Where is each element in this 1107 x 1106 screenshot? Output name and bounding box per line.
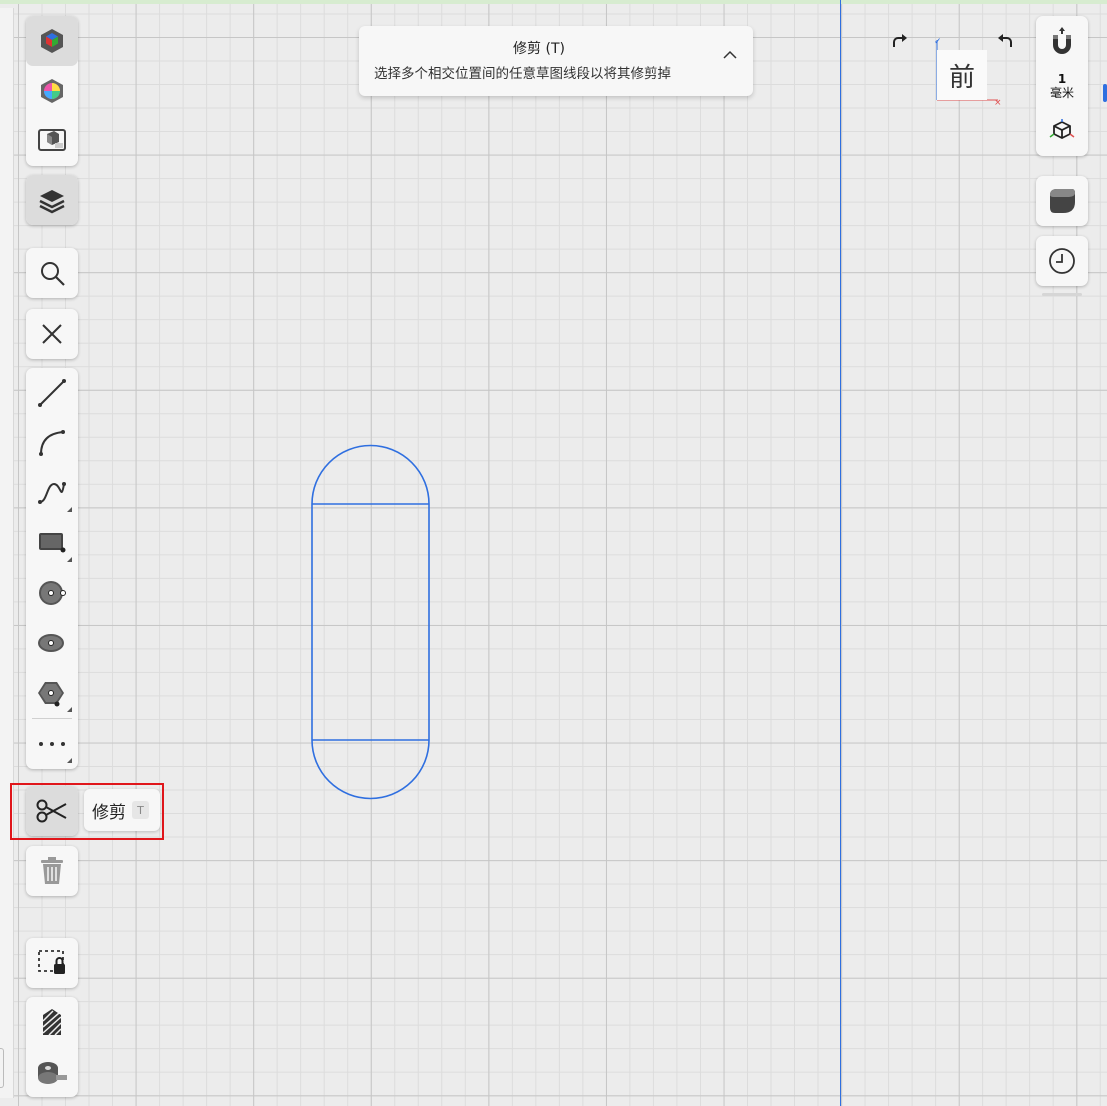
display-mode-icon [41,29,63,53]
shaded-view-button[interactable] [1036,176,1088,226]
unit-value: 1 [1057,71,1067,86]
axis-icon [1049,119,1075,140]
rectangle-tool-button[interactable] [26,518,78,568]
lock-panel [26,938,78,988]
sketch-tools-panel [26,368,78,769]
hatch-button[interactable] [26,997,78,1047]
ellipse-tool-button[interactable] [26,618,78,668]
snap-button[interactable] [1036,16,1088,66]
arc-tool-button[interactable] [26,418,78,468]
search-icon [41,262,65,286]
arc-icon [39,430,65,456]
svg-text:✓: ✓ [934,37,942,47]
line-icon [38,379,66,407]
rotate-view-right-icon[interactable] [889,31,909,51]
layers-icon [39,190,65,214]
layers-button[interactable] [26,175,78,225]
render-panel [1036,176,1088,226]
close-icon [42,324,62,344]
rectangle-more-indicator [67,557,72,562]
sketch-canvas[interactable] [0,0,1107,1106]
lock-selection-button[interactable] [26,938,78,988]
rotate-view-left-icon[interactable] [996,31,1016,51]
analysis-panel [26,997,78,1097]
right-panel-handle[interactable] [1042,293,1082,296]
chevron-up-icon[interactable] [721,46,739,64]
info-description: 选择多个相交位置间的任意草图线段以将其修剪掉 [374,66,671,82]
display-mode-button[interactable] [26,16,78,66]
polygon-tool-button[interactable] [26,668,78,718]
sketch-top-arc[interactable] [311,444,430,505]
close-sketch-button[interactable] [26,309,78,359]
delete-button[interactable] [26,846,78,896]
circle-icon [39,581,66,605]
close-panel [26,309,78,359]
axis-toggle-button[interactable] [1036,106,1088,156]
more-icon [39,742,65,746]
right-settings-panel: 1 毫米 [1036,16,1088,156]
rectangle-icon [39,533,66,553]
ellipse-icon [38,634,64,652]
line-tool-button[interactable] [26,368,78,418]
delete-panel [26,846,78,896]
search-button[interactable] [26,248,78,298]
history-button[interactable] [1036,236,1088,286]
measure-tape-icon [38,1062,67,1084]
spline-icon [38,482,66,504]
polygon-icon [38,682,64,707]
unit-name: 毫米 [1049,85,1074,100]
history-clock-icon [1049,248,1075,274]
search-panel [26,248,78,298]
history-panel [1036,236,1088,286]
trim-tooltip: 修剪 T [84,789,160,831]
section-view-button[interactable] [26,116,78,166]
circle-tool-button[interactable] [26,568,78,618]
info-title: 修剪 (T) [513,41,565,57]
measure-button[interactable] [26,1047,78,1097]
right-edge-marker [1103,84,1107,102]
snap-magnet-icon [1053,27,1071,54]
polygon-more-indicator [67,707,72,712]
more-tools-indicator [67,758,72,763]
spline-more-indicator [67,507,72,512]
unit-selector[interactable]: 1 毫米 [1036,66,1088,106]
hatch-icon [42,1009,62,1036]
shaded-view-icon [1050,189,1075,213]
appearance-icon [41,79,63,103]
svg-text:×: × [994,98,1002,108]
view-cube-front-face[interactable]: 前 [937,50,987,100]
display-panel [26,16,78,166]
appearance-button[interactable] [26,66,78,116]
layers-panel [26,175,78,225]
section-view-icon [38,129,66,151]
more-tools-button[interactable] [26,719,78,769]
lock-selection-icon [38,950,65,974]
delete-icon [41,857,63,884]
tooltip-shortcut-key: T [132,801,149,819]
tooltip-name: 修剪 [92,802,126,823]
tool-info-card: 修剪 (T) 选择多个相交位置间的任意草图线段以将其修剪掉 [359,26,753,96]
spline-tool-button[interactable] [26,468,78,518]
sketch-bottom-arc[interactable] [311,739,430,800]
